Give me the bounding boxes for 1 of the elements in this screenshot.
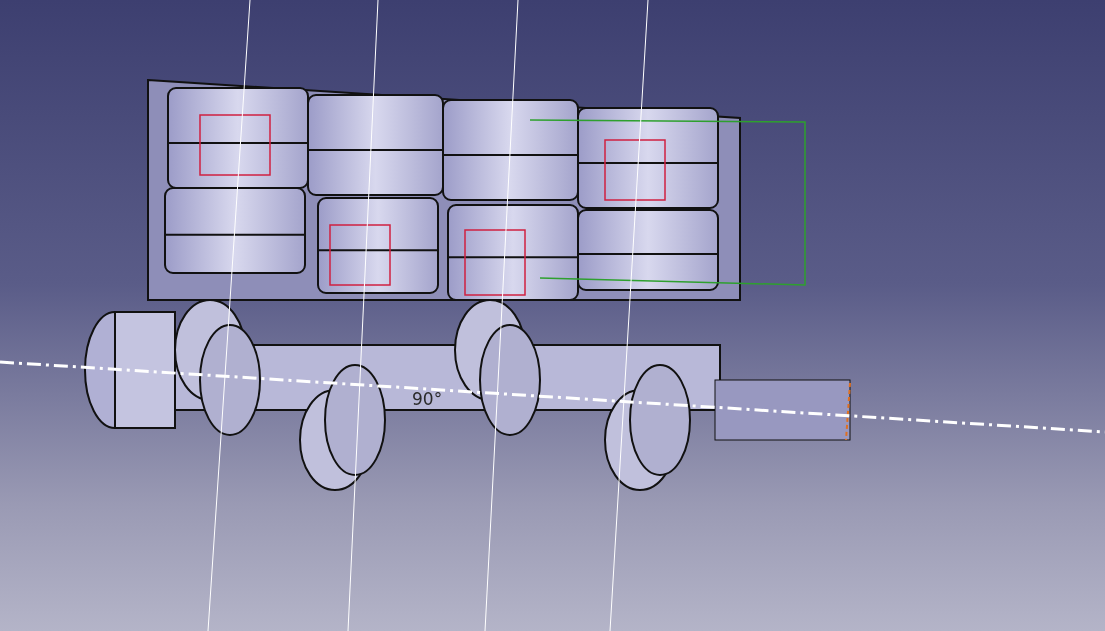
angle-dimension: 90° (412, 391, 443, 408)
